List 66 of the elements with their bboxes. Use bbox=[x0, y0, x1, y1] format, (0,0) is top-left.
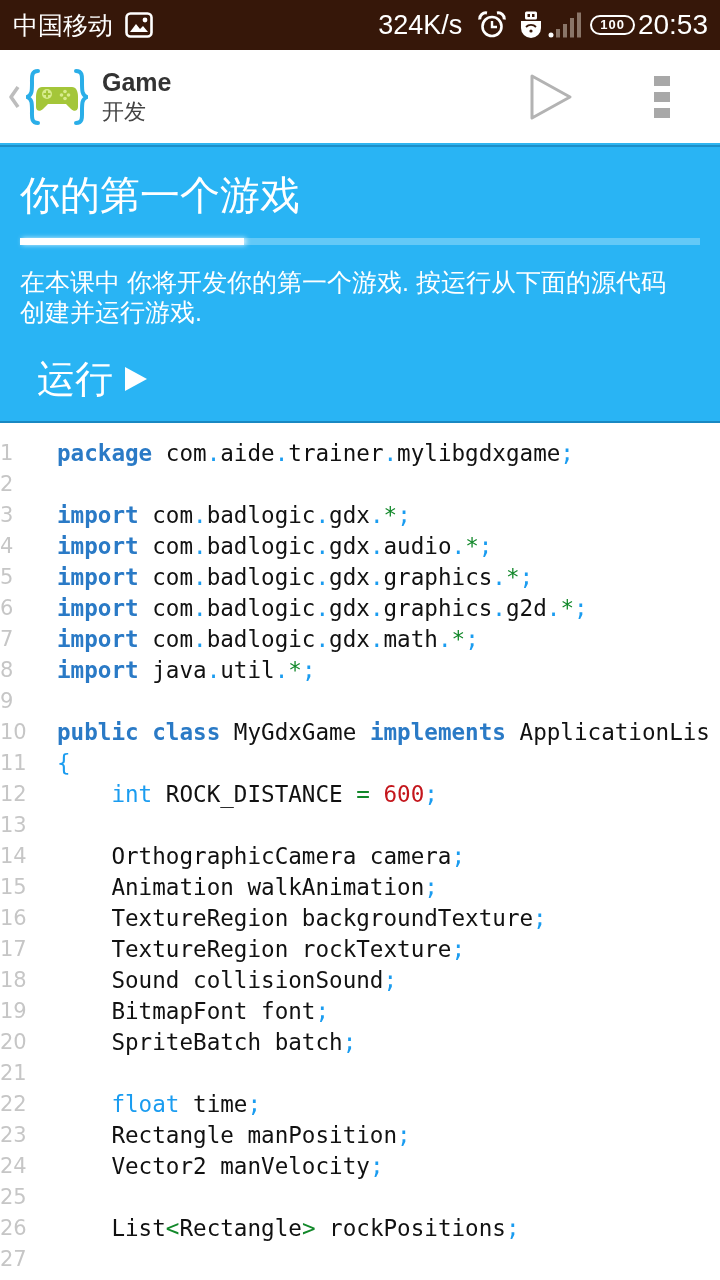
code-line: import com.badlogic.gdx.math.*; bbox=[57, 625, 479, 654]
line-number: 14 bbox=[0, 844, 27, 868]
code-line: float time; bbox=[110, 1090, 262, 1119]
code-line: public class MyGdxGame implements ApplicationLis bbox=[57, 718, 710, 747]
usb-icon bbox=[520, 11, 543, 39]
code-line: Vector2 manVelocity; bbox=[110, 1152, 384, 1181]
carrier-name: 中国移动 bbox=[13, 9, 113, 41]
app-subtitle: 开发 bbox=[102, 97, 146, 126]
line-number: 6 bbox=[0, 596, 14, 620]
code-line: TextureRegion backgroundTexture; bbox=[110, 904, 547, 933]
line-number: 5 bbox=[0, 565, 14, 589]
line-number: 8 bbox=[0, 658, 14, 682]
code-line: BitmapFont font; bbox=[110, 997, 330, 1026]
line-number: 26 bbox=[0, 1216, 27, 1240]
overflow-menu-icon[interactable] bbox=[654, 75, 670, 118]
line-number: 11 bbox=[0, 751, 27, 775]
line-number: 9 bbox=[0, 689, 14, 713]
gamepad-logo-icon[interactable] bbox=[26, 68, 88, 125]
line-number: 22 bbox=[0, 1092, 27, 1116]
line-number: 2 bbox=[0, 472, 14, 496]
line-number: 24 bbox=[0, 1154, 27, 1178]
battery-indicator: 100 bbox=[590, 15, 635, 35]
back-icon[interactable] bbox=[8, 84, 20, 109]
line-number: 1 bbox=[0, 441, 14, 465]
line-number: 21 bbox=[0, 1061, 27, 1085]
line-number: 16 bbox=[0, 906, 27, 930]
line-number: 18 bbox=[0, 968, 27, 992]
line-number: 15 bbox=[0, 875, 27, 899]
code-line: import com.badlogic.gdx.graphics.g2d.*; bbox=[57, 594, 588, 623]
line-number: 12 bbox=[0, 782, 27, 806]
code-line: OrthographicCamera camera; bbox=[110, 842, 466, 871]
lesson-title: 你的第一个游戏 bbox=[20, 172, 301, 219]
code-line: Animation walkAnimation; bbox=[110, 873, 438, 902]
line-number: 17 bbox=[0, 937, 27, 961]
play-icon[interactable] bbox=[529, 72, 573, 121]
clock: 20:53 bbox=[637, 9, 708, 41]
line-number: 10 bbox=[0, 720, 27, 744]
code-line: import com.badlogic.gdx.*; bbox=[57, 501, 411, 530]
code-line: TextureRegion rockTexture; bbox=[110, 935, 466, 964]
line-number: 3 bbox=[0, 503, 14, 527]
run-button[interactable]: 运行 bbox=[20, 351, 164, 407]
line-number: 20 bbox=[0, 1030, 27, 1054]
image-icon bbox=[125, 12, 153, 38]
line-number: 7 bbox=[0, 627, 14, 651]
code-line: { bbox=[57, 749, 71, 778]
line-number: 13 bbox=[0, 813, 27, 837]
line-number: 23 bbox=[0, 1123, 27, 1147]
code-line: List<Rectangle> rockPositions; bbox=[110, 1214, 520, 1243]
lesson-description: 在本课中 你将开发你的第一个游戏. 按运行从下面的源代码创建并运行游戏. bbox=[20, 267, 667, 327]
alarm-clock-icon bbox=[478, 11, 507, 39]
line-number: 27 bbox=[0, 1247, 27, 1271]
signal-icon bbox=[548, 12, 583, 38]
code-line: import java.util.*; bbox=[57, 656, 316, 685]
line-number: 19 bbox=[0, 999, 27, 1023]
code-line: import com.badlogic.gdx.graphics.*; bbox=[57, 563, 534, 592]
code-line: import com.badlogic.gdx.audio.*; bbox=[57, 532, 493, 561]
line-number: 25 bbox=[0, 1185, 27, 1209]
code-line: int ROCK_DISTANCE = 600; bbox=[110, 780, 438, 810]
code-line: Sound collisionSound; bbox=[110, 966, 398, 995]
network-speed: 324K/s bbox=[378, 9, 463, 41]
code-line: package com.aide.trainer.mylibgdxgame; bbox=[57, 439, 574, 468]
play-icon bbox=[125, 367, 147, 391]
code-line: SpriteBatch batch; bbox=[110, 1028, 357, 1057]
line-number: 4 bbox=[0, 534, 14, 558]
code-line: Rectangle manPosition; bbox=[110, 1121, 411, 1150]
app-title: Game bbox=[102, 66, 172, 97]
